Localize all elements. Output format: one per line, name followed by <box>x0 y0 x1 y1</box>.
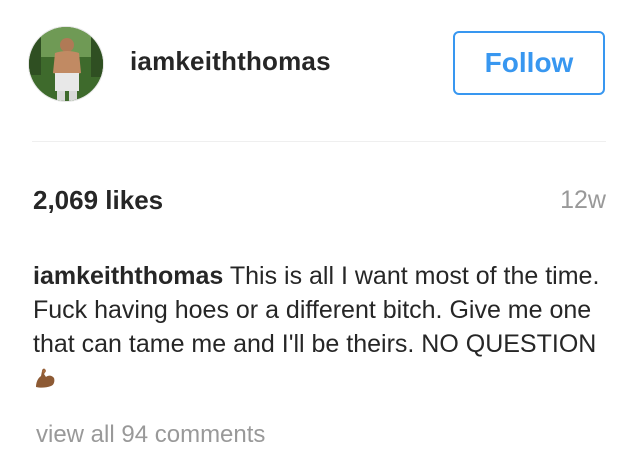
post-username[interactable]: iamkeiththomas <box>130 46 331 77</box>
caption-username[interactable]: iamkeiththomas <box>33 262 223 290</box>
flexed-biceps-icon <box>33 365 57 389</box>
post-caption: iamkeiththomas This is all I want most o… <box>33 259 613 395</box>
avatar-photo <box>29 27 103 101</box>
avatar[interactable] <box>28 26 104 102</box>
likes-count[interactable]: 2,069 likes <box>33 185 163 216</box>
divider <box>32 141 606 142</box>
follow-button[interactable]: Follow <box>453 31 605 95</box>
post-header: iamkeiththomas Follow <box>0 0 634 140</box>
view-comments-link[interactable]: view all 94 comments <box>36 421 265 449</box>
post-timestamp[interactable]: 12w <box>560 186 606 215</box>
